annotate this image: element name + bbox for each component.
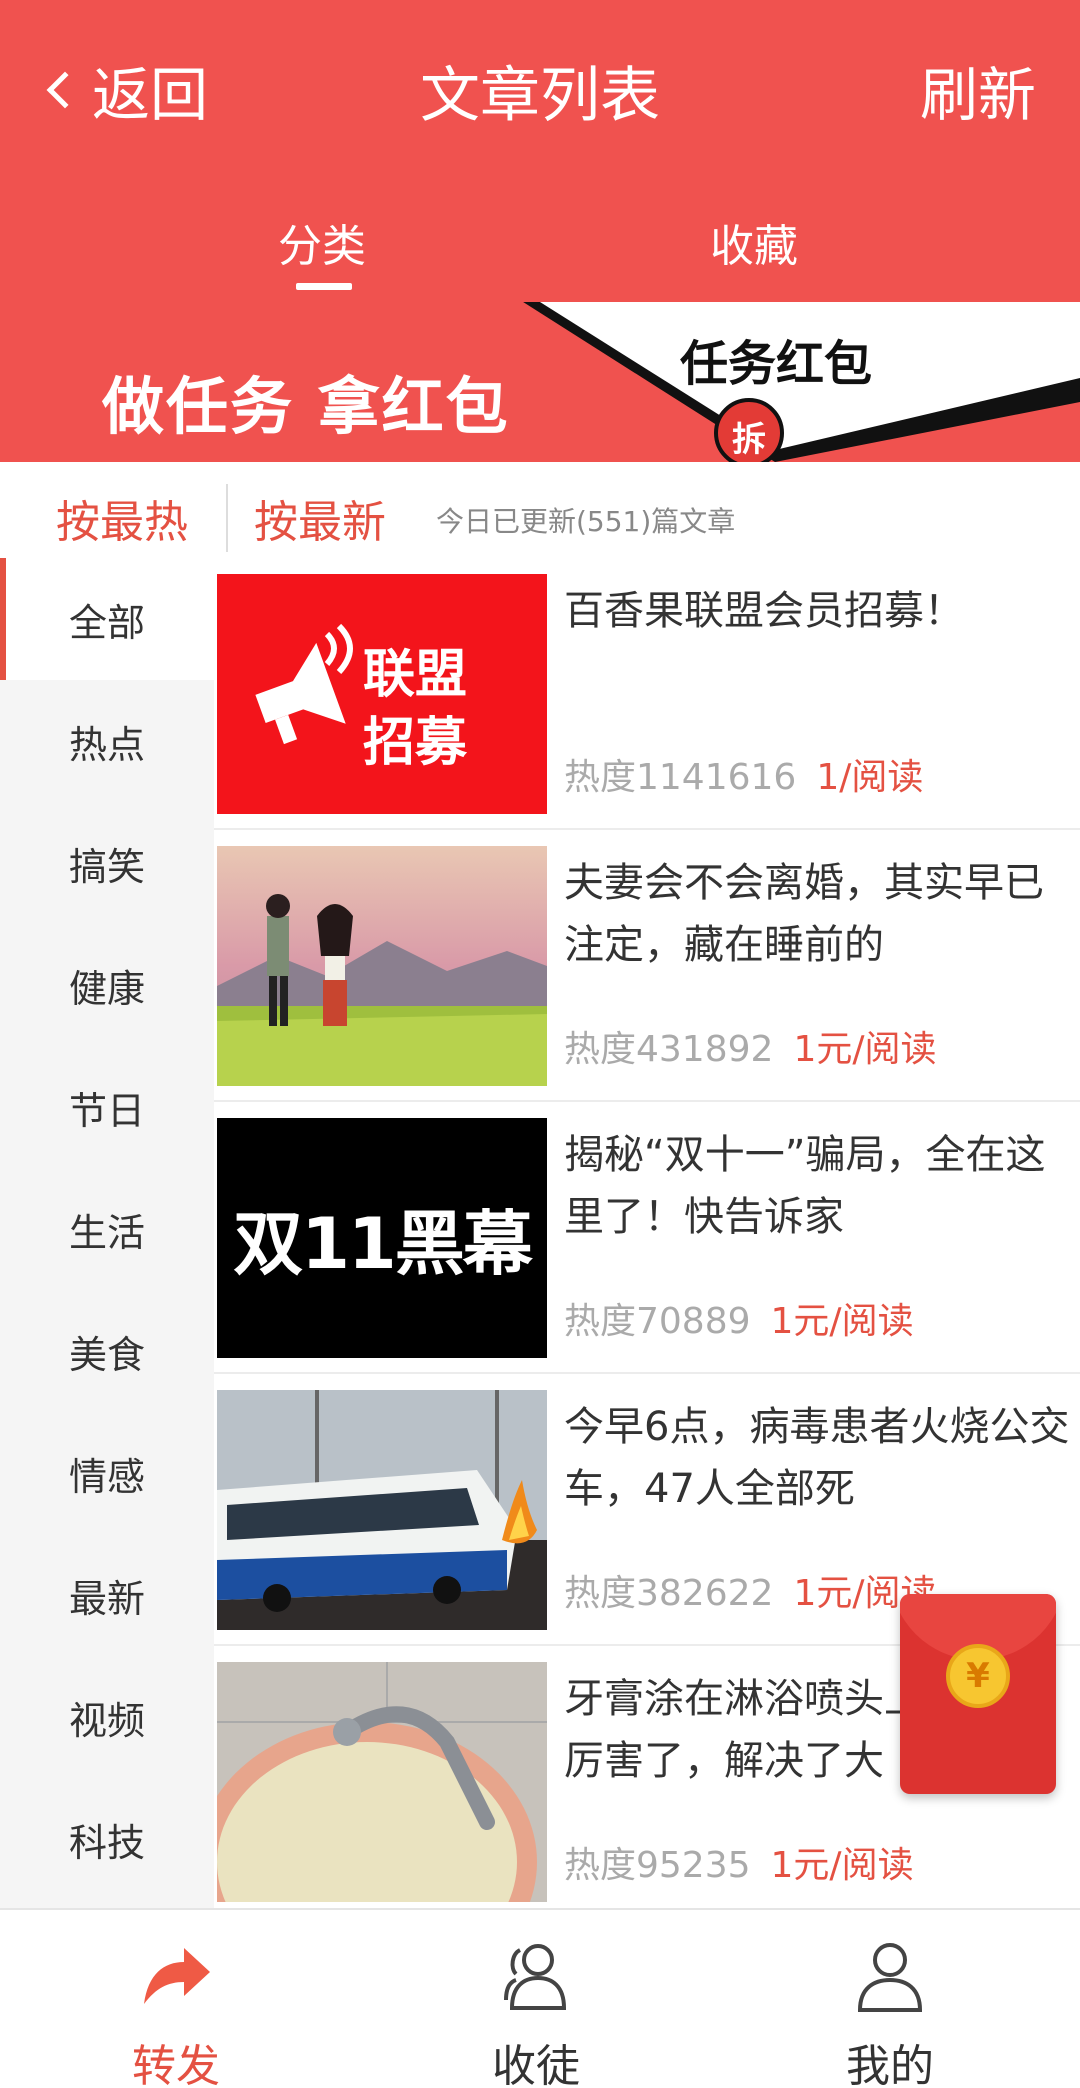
sidebar-item-food[interactable]: 美食 xyxy=(0,1290,214,1412)
sidebar-item-emotion[interactable]: 情感 xyxy=(0,1412,214,1534)
sort-by-new-button[interactable]: 按最新 xyxy=(254,486,386,550)
bottom-tab-mine[interactable]: 我的 xyxy=(790,1910,990,2088)
reward-text: 1/阅读 xyxy=(816,757,924,798)
sidebar-item-tech[interactable]: 科技 xyxy=(0,1778,214,1900)
sidebar-item-label: 科技 xyxy=(68,1820,145,1865)
sidebar-item-latest[interactable]: 最新 xyxy=(0,1534,214,1656)
sidebar-item-label: 生活 xyxy=(68,1210,145,1255)
article-title: 夫妻会不会离婚，其实早已注定，藏在睡前的 xyxy=(564,860,1044,968)
article-meta: 热度1141616 1/阅读 xyxy=(564,748,923,800)
sidebar-item-funny[interactable]: 搞笑 xyxy=(0,802,214,924)
sidebar-item-video[interactable]: 视频 xyxy=(0,1656,214,1778)
coin-symbol: ¥ xyxy=(966,1656,990,1696)
banner-task-label: 任务红包 xyxy=(680,336,873,392)
article-thumbnail xyxy=(217,1662,547,1902)
article-meta: 热度95235 1元/阅读 xyxy=(564,1836,914,1888)
sort-by-hot-button[interactable]: 按最热 xyxy=(56,486,188,550)
bottom-tab-label: 转发 xyxy=(132,2041,220,2088)
open-seal-icon: 拆 xyxy=(714,398,784,462)
refresh-button[interactable]: 刷新 xyxy=(920,48,1036,132)
sidebar-item-label: 健康 xyxy=(68,966,145,1011)
user-icon xyxy=(857,1943,923,2012)
couple-illustration xyxy=(217,846,547,1086)
sort-bar: 按最热 按最新 今日已更新(551)篇文章 xyxy=(0,462,1080,558)
burning-bus-photo xyxy=(217,1390,547,1630)
showerhead-bowl-photo xyxy=(217,1662,547,1902)
article-title: 百香果联盟会员招募！ xyxy=(564,588,964,634)
heat-count: 热度382622 xyxy=(564,1573,774,1614)
thumbnail-text-1: 联盟 xyxy=(363,645,468,705)
sidebar-item-label: 搞笑 xyxy=(68,844,145,889)
article-title: 揭秘“双十一”骗局，全在这里了！快告诉家 xyxy=(564,1132,1046,1240)
sidebar-item-label: 节日 xyxy=(68,1088,145,1133)
reward-text: 1元/阅读 xyxy=(770,1845,914,1886)
article-meta: 热度70889 1元/阅读 xyxy=(564,1292,914,1344)
bottom-tab-label: 收徒 xyxy=(492,2041,580,2088)
sidebar-item-label: 情感 xyxy=(68,1454,145,1499)
reward-text: 1元/阅读 xyxy=(793,1029,937,1070)
heat-count: 热度1141616 xyxy=(564,757,797,798)
article-thumbnail: 双11黑幕 xyxy=(217,1118,547,1358)
task-red-packet-banner[interactable]: 做任务 拿红包 任务红包 拆 xyxy=(0,302,1080,462)
sidebar-item-label: 视频 xyxy=(68,1698,145,1743)
sidebar-item-health[interactable]: 健康 xyxy=(0,924,214,1046)
tab-favorites[interactable]: 收藏 xyxy=(710,210,798,274)
article-meta: 热度431892 1元/阅读 xyxy=(564,1020,936,1072)
article-item[interactable]: 联盟 招募 百香果联盟会员招募！ 热度1141616 1/阅读 xyxy=(214,558,1080,830)
thumbnail-text-2: 招募 xyxy=(363,713,468,773)
sidebar-item-life[interactable]: 生活 xyxy=(0,1168,214,1290)
bottom-tab-label: 我的 xyxy=(846,2041,934,2088)
users-icon xyxy=(504,1944,567,2010)
back-label: 返回 xyxy=(92,61,209,129)
sidebar-item-hot[interactable]: 热点 xyxy=(0,680,214,802)
yuan-coin-icon: ¥ xyxy=(946,1644,1010,1708)
sidebar-item-all[interactable]: 全部 xyxy=(0,558,214,680)
update-count-text: 今日已更新(551)篇文章 xyxy=(436,505,736,538)
bottom-tab-bar: 转发 收徒 我的 xyxy=(0,1908,1080,2088)
article-item[interactable]: 夫妻会不会离婚，其实早已注定，藏在睡前的 热度431892 1元/阅读 xyxy=(214,830,1080,1102)
back-button[interactable]: 返回 xyxy=(44,48,208,132)
sidebar-item-label: 最新 xyxy=(68,1576,145,1621)
sidebar-item-label: 全部 xyxy=(68,600,145,645)
reward-text: 1元/阅读 xyxy=(770,1301,914,1342)
top-nav-bar: 返回 文章列表 刷新 xyxy=(0,0,1080,180)
heat-count: 热度95235 xyxy=(564,1845,751,1886)
sort-divider xyxy=(226,484,228,552)
article-meta: 热度382622 1元/阅读 xyxy=(564,1564,936,1616)
tab-active-indicator xyxy=(296,283,352,290)
sidebar-item-label: 美食 xyxy=(68,1332,145,1377)
share-arrow-icon xyxy=(144,1948,210,2004)
chevron-left-icon xyxy=(46,71,84,109)
article-thumbnail xyxy=(217,846,547,1086)
article-thumbnail xyxy=(217,1390,547,1630)
floating-red-packet-button[interactable]: ¥ xyxy=(900,1594,1056,1794)
thumbnail-text: 双11黑幕 xyxy=(233,1202,532,1285)
tab-category[interactable]: 分类 xyxy=(278,210,366,274)
banner-envelope-shape xyxy=(523,302,1080,462)
bottom-tab-recruit[interactable]: 收徒 xyxy=(436,1910,636,2088)
heat-count: 热度70889 xyxy=(564,1301,751,1342)
sidebar-item-label: 热点 xyxy=(68,722,145,767)
article-title: 今早6点，病毒患者火烧公交车，47人全部死 xyxy=(564,1404,1070,1512)
bottom-tab-share[interactable]: 转发 xyxy=(76,1910,276,2088)
seal-char: 拆 xyxy=(732,420,766,460)
heat-count: 热度431892 xyxy=(564,1029,774,1070)
article-thumbnail: 联盟 招募 xyxy=(217,574,547,814)
sidebar-item-holiday[interactable]: 节日 xyxy=(0,1046,214,1168)
sidebar-active-indicator xyxy=(0,558,6,680)
category-sidebar: 全部 热点 搞笑 健康 节日 生活 美食 情感 最新 视频 科技 xyxy=(0,558,214,1908)
tab-bar: 分类 收藏 xyxy=(0,180,1080,302)
article-item[interactable]: 双11黑幕 揭秘“双十一”骗局，全在这里了！快告诉家 热度70889 1元/阅读 xyxy=(214,1102,1080,1374)
